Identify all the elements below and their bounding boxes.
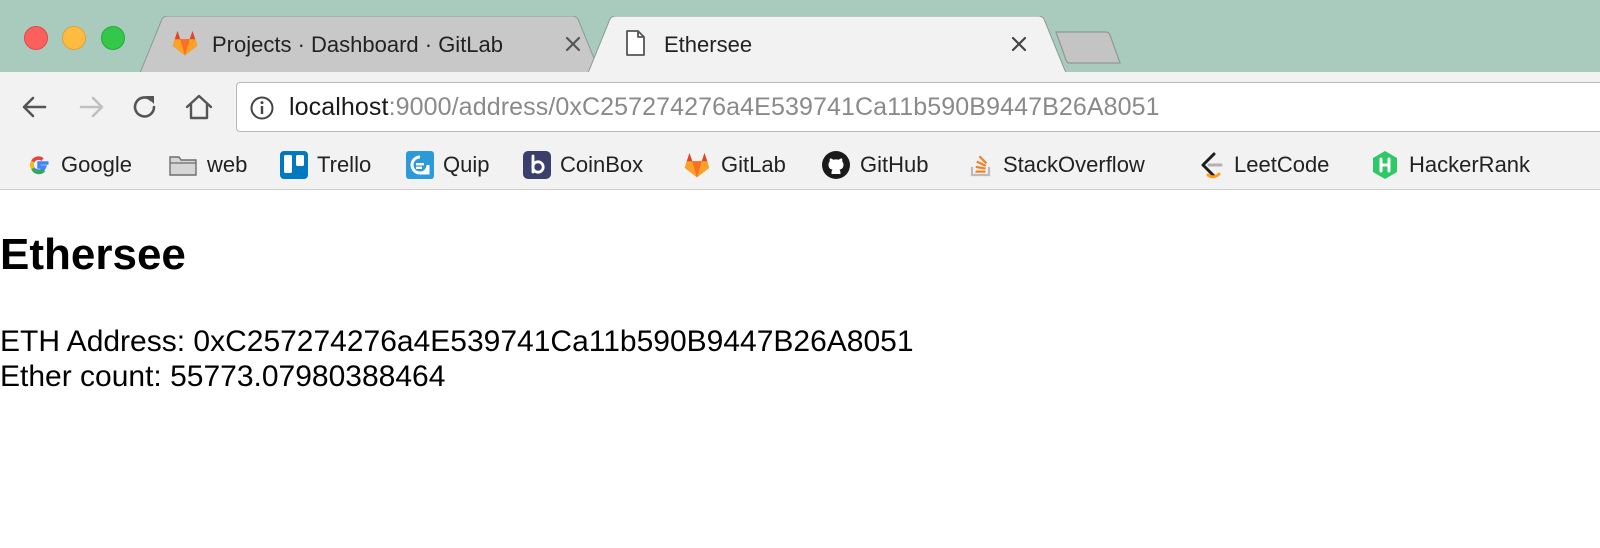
- home-icon[interactable]: [182, 90, 216, 124]
- folder-icon: [169, 156, 197, 176]
- bookmark-hackerrank[interactable]: HackerRank: [1370, 148, 1530, 182]
- github-icon: [822, 151, 850, 179]
- bookmark-label: web: [207, 152, 248, 177]
- minimize-window-button[interactable]: [62, 26, 86, 50]
- info-icon[interactable]: [249, 95, 275, 121]
- bookmark-google[interactable]: Google: [26, 148, 132, 182]
- bookmark-github[interactable]: GitHub: [821, 148, 928, 182]
- bookmark-stackoverflow[interactable]: StackOverflow: [968, 148, 1145, 182]
- quip-icon: [406, 151, 434, 179]
- url-path: :9000/address/0xC257274276a4E539741Ca11b…: [388, 93, 1160, 121]
- bookmarks-bar: Google web Trello Quip CoinBox GitLab Gi…: [0, 144, 1600, 190]
- reload-icon[interactable]: [128, 90, 162, 124]
- ether-count-text: Ether count: 55773.07980388464: [0, 360, 446, 393]
- trello-icon: [280, 151, 308, 179]
- coinbox-icon: [523, 151, 551, 179]
- stackoverflow-icon: [970, 155, 991, 177]
- bookmark-label: GitHub: [860, 152, 929, 177]
- new-tab-button[interactable]: [1054, 30, 1124, 66]
- close-window-button[interactable]: [24, 26, 48, 50]
- bookmark-label: StackOverflow: [1003, 152, 1145, 177]
- bookmark-label: Google: [61, 152, 132, 177]
- bookmark-trello[interactable]: Trello: [280, 148, 371, 182]
- gitlab-icon: [172, 30, 198, 56]
- tab-shape: [588, 16, 1066, 73]
- bookmark-label: HackerRank: [1409, 152, 1531, 177]
- tab-title: Ethersee: [664, 32, 753, 57]
- bookmark-quip[interactable]: Quip: [406, 148, 489, 182]
- leetcode-icon: [1201, 152, 1223, 179]
- close-tab-icon[interactable]: [1006, 31, 1032, 57]
- browser-toolbar: localhost:9000/address/0xC257274276a4E53…: [0, 72, 1600, 144]
- google-icon: [30, 156, 49, 175]
- forward-arrow-icon[interactable]: [74, 90, 108, 124]
- tab-gitlab-dashboard[interactable]: Projects · Dashboard · GitLab: [140, 16, 600, 73]
- eth-address-text: ETH Address: 0xC257274276a4E539741Ca11b5…: [0, 325, 914, 358]
- bookmark-label: GitLab: [721, 152, 786, 177]
- bookmark-web[interactable]: web: [168, 148, 247, 182]
- bookmark-label: Trello: [317, 152, 372, 177]
- tab-strip: Projects · Dashboard · GitLab Ethersee: [0, 0, 1600, 73]
- bookmark-label: CoinBox: [560, 152, 644, 177]
- address-bar[interactable]: localhost:9000/address/0xC257274276a4E53…: [236, 82, 1600, 132]
- back-arrow-icon[interactable]: [18, 90, 52, 124]
- bookmark-gitlab[interactable]: GitLab: [682, 148, 786, 182]
- tab-title: Projects · Dashboard · GitLab: [212, 32, 504, 57]
- tab-ethersee[interactable]: Ethersee: [588, 16, 1066, 73]
- bookmark-label: Quip: [443, 152, 490, 177]
- bookmark-coinbox[interactable]: CoinBox: [523, 148, 643, 182]
- url-text: localhost:9000/address/0xC257274276a4E53…: [289, 93, 1160, 122]
- hackerrank-icon: [1373, 151, 1397, 179]
- bookmark-leetcode[interactable]: LeetCode: [1197, 148, 1329, 182]
- zoom-window-button[interactable]: [101, 26, 125, 50]
- close-tab-icon[interactable]: [560, 31, 586, 57]
- page-title: Ethersee: [0, 230, 186, 279]
- page-content: Ethersee ETH Address: 0xC257274276a4E539…: [0, 190, 1600, 548]
- url-host: localhost: [289, 93, 389, 121]
- gitlab-icon: [684, 152, 710, 178]
- document-icon: [626, 30, 645, 56]
- bookmark-label: LeetCode: [1234, 152, 1330, 177]
